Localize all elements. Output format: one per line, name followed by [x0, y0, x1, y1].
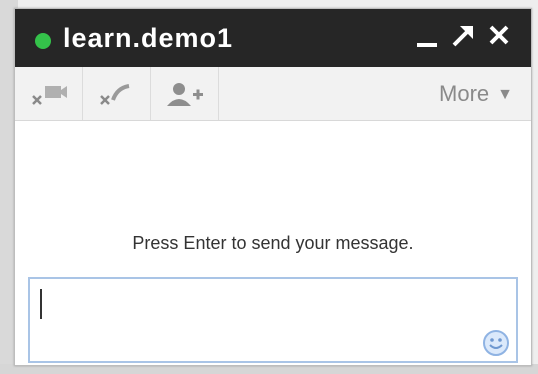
chat-window: learn.demo1 More ▼ Press Enter to send y…	[14, 8, 532, 366]
message-input[interactable]	[28, 277, 518, 363]
popout-button[interactable]	[449, 19, 477, 53]
voice-call-icon	[99, 83, 129, 105]
chat-titlebar[interactable]: learn.demo1	[15, 9, 531, 67]
minimize-icon	[417, 43, 437, 47]
text-caret	[40, 289, 42, 319]
contact-name: learn.demo1	[63, 23, 234, 53]
online-status-icon	[35, 33, 51, 49]
video-call-icon	[31, 85, 67, 105]
voice-call-button[interactable]	[83, 67, 151, 120]
more-label: More	[439, 81, 490, 106]
close-button[interactable]	[485, 19, 513, 53]
chat-toolbar: More ▼	[15, 67, 531, 121]
add-person-button[interactable]	[151, 67, 219, 120]
close-icon	[489, 25, 509, 45]
video-call-button[interactable]	[15, 67, 83, 120]
smiley-icon[interactable]	[482, 329, 510, 357]
minimize-button[interactable]	[413, 19, 441, 53]
add-person-icon	[166, 82, 203, 106]
chevron-down-icon: ▼	[497, 86, 513, 103]
compose-hint: Press Enter to send your message.	[132, 233, 414, 253]
more-menu-button[interactable]: More ▼	[439, 81, 513, 107]
popout-arrow-icon	[452, 26, 473, 47]
